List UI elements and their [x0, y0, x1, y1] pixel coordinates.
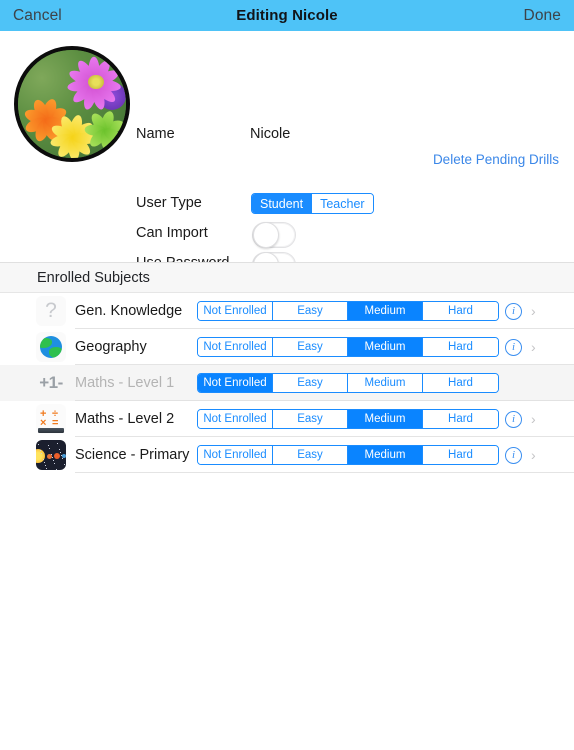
navigation-bar: Cancel Editing Nicole Done: [0, 0, 574, 31]
name-value: Nicole: [250, 126, 291, 142]
can-import-toggle[interactable]: [252, 222, 296, 248]
user-type-segmented-control[interactable]: Student Teacher: [251, 193, 374, 214]
star-speck: [61, 455, 62, 456]
difficulty-option-medium[interactable]: Medium: [348, 446, 423, 464]
star-speck: [51, 454, 52, 455]
difficulty-option-easy[interactable]: Easy: [273, 410, 348, 428]
star-speck: [43, 459, 44, 460]
difficulty-option-not-enrolled[interactable]: Not Enrolled: [198, 446, 273, 464]
difficulty-segmented-control[interactable]: Not Enrolled Easy Medium Hard: [197, 373, 499, 393]
difficulty-option-easy[interactable]: Easy: [273, 374, 348, 392]
table-row[interactable]: Science - Primary Not Enrolled Easy Medium H…: [0, 437, 574, 473]
difficulty-option-medium[interactable]: Medium: [348, 338, 423, 356]
enrolled-subjects-header: Enrolled Subjects: [0, 262, 574, 293]
difficulty-option-medium[interactable]: Medium: [348, 410, 423, 428]
difficulty-segmented-control[interactable]: Not Enrolled Easy Medium Hard: [197, 445, 499, 465]
profile-section: Name Nicole Delete Pending Drills User T…: [0, 31, 574, 278]
difficulty-option-medium[interactable]: Medium: [348, 374, 423, 392]
cancel-button[interactable]: Cancel: [13, 7, 62, 25]
subject-list: ? Gen. Knowledge Not Enrolled Easy Medium Har…: [0, 293, 574, 473]
delete-pending-drills-link[interactable]: Delete Pending Drills: [433, 152, 559, 167]
star-speck: [40, 450, 41, 451]
difficulty-segmented-control[interactable]: Not Enrolled Easy Medium Hard: [197, 301, 499, 321]
can-import-label: Can Import: [136, 225, 208, 241]
subject-name-label: Maths - Level 2: [75, 411, 175, 427]
avatar[interactable]: [14, 46, 130, 162]
difficulty-option-hard[interactable]: Hard: [423, 446, 498, 464]
star-speck: [52, 457, 53, 458]
math-icon-base: [38, 428, 64, 433]
star-speck: [37, 441, 38, 442]
info-icon[interactable]: i: [505, 446, 522, 464]
star-speck: [60, 452, 61, 453]
difficulty-option-easy[interactable]: Easy: [273, 338, 348, 356]
info-icon[interactable]: i: [505, 338, 522, 356]
difficulty-option-easy[interactable]: Easy: [273, 446, 348, 464]
question-glyph: ?: [45, 299, 57, 322]
star-speck: [53, 460, 54, 461]
solar-system-icon: [36, 440, 66, 470]
difficulty-option-not-enrolled[interactable]: Not Enrolled: [198, 338, 273, 356]
chevron-right-icon[interactable]: ›: [531, 303, 536, 319]
subject-name-label: Gen. Knowledge: [75, 303, 183, 319]
star-speck: [46, 468, 47, 469]
done-button[interactable]: Done: [524, 7, 561, 25]
star-speck: [38, 444, 39, 445]
difficulty-option-hard[interactable]: Hard: [423, 338, 498, 356]
globe-sphere: [40, 336, 62, 358]
table-row[interactable]: ? Gen. Knowledge Not Enrolled Easy Medium Har…: [0, 293, 574, 329]
difficulty-option-not-enrolled[interactable]: Not Enrolled: [198, 374, 273, 392]
star-speck: [64, 464, 65, 465]
planet-glyph: [54, 453, 60, 459]
difficulty-option-hard[interactable]: Hard: [423, 374, 498, 392]
plus-one-text: +1-: [39, 373, 63, 392]
enrolled-subjects-header-label: Enrolled Subjects: [37, 269, 150, 286]
star-speck: [62, 458, 63, 459]
difficulty-option-not-enrolled[interactable]: Not Enrolled: [198, 302, 273, 320]
name-label: Name: [136, 126, 175, 142]
star-speck: [54, 463, 55, 464]
difficulty-option-hard[interactable]: Hard: [423, 302, 498, 320]
can-import-toggle-knob: [253, 222, 279, 248]
difficulty-option-hard[interactable]: Hard: [423, 410, 498, 428]
star-speck: [41, 453, 42, 454]
difficulty-segmented-control[interactable]: Not Enrolled Easy Medium Hard: [197, 409, 499, 429]
user-type-option-student[interactable]: Student: [252, 194, 313, 213]
star-speck: [48, 445, 49, 446]
chevron-right-icon[interactable]: ›: [531, 447, 536, 463]
avatar-image: [18, 50, 126, 158]
user-type-option-teacher[interactable]: Teacher: [312, 194, 373, 213]
star-speck: [65, 467, 66, 468]
info-icon[interactable]: i: [505, 302, 522, 320]
star-speck: [56, 469, 57, 470]
avatar-green-leaves: [84, 104, 126, 152]
star-speck: [44, 462, 45, 463]
chevron-right-icon[interactable]: ›: [531, 411, 536, 427]
globe-icon: [36, 332, 66, 362]
table-row[interactable]: Geography Not Enrolled Easy Medium Hard i ›: [0, 329, 574, 365]
avatar-daisy-core: [88, 74, 104, 90]
difficulty-option-medium[interactable]: Medium: [348, 302, 423, 320]
star-speck: [45, 465, 46, 466]
page-title: Editing Nicole: [236, 7, 338, 24]
user-type-label: User Type: [136, 195, 202, 211]
question-mark-icon: ?: [36, 296, 66, 326]
avatar-magenta-daisy: [66, 54, 126, 111]
star-speck: [57, 443, 58, 444]
table-row[interactable]: +1- Maths - Level 1 Not Enrolled Easy Medium…: [0, 365, 574, 401]
plus-one-icon: +1-: [36, 368, 66, 398]
difficulty-option-easy[interactable]: Easy: [273, 302, 348, 320]
subject-name-label: Geography: [75, 339, 147, 355]
info-icon[interactable]: i: [505, 410, 522, 428]
difficulty-segmented-control[interactable]: Not Enrolled Easy Medium Hard: [197, 337, 499, 357]
table-row[interactable]: + ÷ × = Maths - Level 2 Not Enrolled Easy Mediu…: [0, 401, 574, 437]
star-speck: [59, 449, 60, 450]
math-symbols-icon: + ÷ × =: [36, 404, 66, 434]
difficulty-option-not-enrolled[interactable]: Not Enrolled: [198, 410, 273, 428]
subject-name-label: Science - Primary: [75, 447, 190, 463]
subject-name-label: Maths - Level 1: [75, 375, 175, 391]
star-speck: [49, 448, 50, 449]
chevron-right-icon[interactable]: ›: [531, 339, 536, 355]
sun-glyph: [36, 449, 45, 463]
